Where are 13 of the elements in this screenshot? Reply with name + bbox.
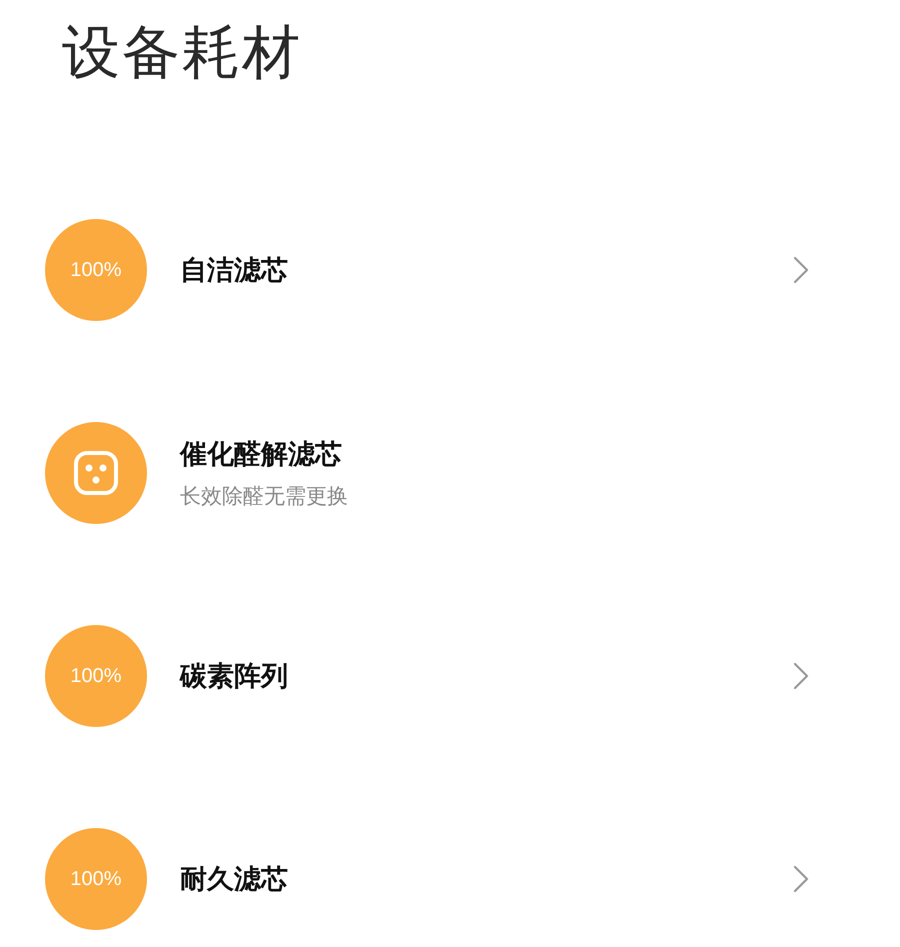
item-name: 催化醛解滤芯	[180, 438, 343, 472]
status-badge: 100%	[45, 219, 147, 321]
item-name: 耐久滤芯	[180, 863, 289, 897]
chevron-icon[interactable]	[792, 661, 810, 691]
chevron-icon[interactable]	[792, 255, 810, 285]
status-badge: 100%	[45, 625, 147, 727]
item-name: 自洁滤芯	[180, 254, 289, 288]
page-title: 设备耗材	[62, 17, 303, 88]
status-badge: 100%	[45, 828, 147, 930]
item-name: 碳素阵列	[180, 660, 289, 694]
filter-icon	[72, 449, 120, 497]
item-subtitle: 长效除醛无需更换	[180, 483, 349, 510]
chevron-icon[interactable]	[792, 864, 810, 894]
